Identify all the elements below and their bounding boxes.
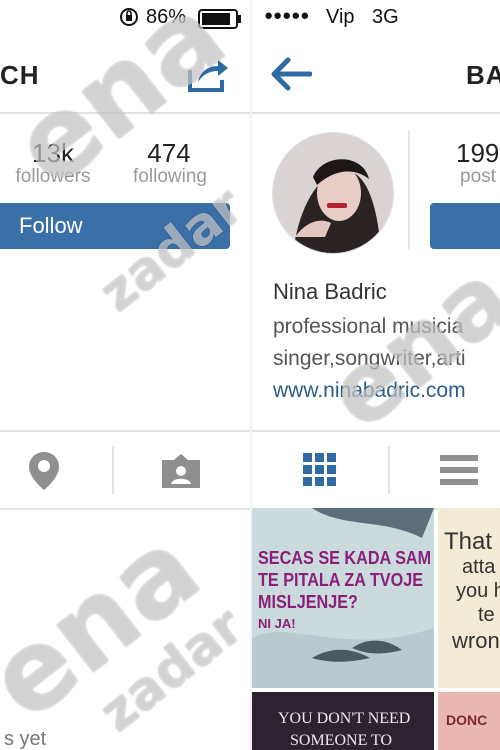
battery-icon [198, 9, 242, 35]
post-text-line: wron [452, 628, 500, 653]
post-text-line: te [478, 604, 495, 626]
post-text-line: YOU DON'T NEED [278, 710, 411, 727]
posts-label: post [460, 166, 496, 187]
navbar-right: BA [252, 36, 500, 114]
share-icon[interactable] [186, 54, 230, 99]
post-text-line: you h [456, 580, 500, 602]
post-text-line: TE PITALA ZA TVOJE [258, 570, 424, 590]
list-view-tab-icon[interactable] [440, 454, 478, 491]
nav-title: CH [0, 60, 40, 90]
followers-count: 13k [32, 138, 74, 168]
grid-view-tab-icon[interactable] [302, 452, 338, 493]
follow-button-label: Follow [19, 213, 83, 238]
nav-title: BA [466, 60, 500, 90]
post-thumbnail[interactable]: DONC [438, 692, 500, 750]
follow-button[interactable]: Follow [0, 203, 230, 249]
post-text-line: SECAS SE KADA SAM [258, 548, 432, 568]
post-text-line: atta [462, 556, 496, 578]
bio-line-1: professional musicia [273, 315, 464, 338]
post-text-line: DONC [446, 712, 488, 728]
follow-button-right[interactable] [430, 203, 500, 249]
battery-percent: 86% [146, 6, 187, 28]
post-thumbnail[interactable]: YOU DON'T NEED SOMEONE TO [252, 692, 434, 750]
posts-count: 199 [456, 138, 500, 168]
post-thumbnail[interactable]: That atta you h te wron [438, 508, 500, 688]
followers-label: followers [15, 166, 91, 187]
profile-tabbar-left [0, 430, 250, 510]
profile-name: Nina Badric [273, 279, 387, 304]
back-arrow-icon[interactable] [270, 56, 313, 97]
tab-divider [112, 446, 114, 494]
status-bar-right: ●●●●● Vip 3G [252, 0, 500, 36]
location-tab-icon[interactable] [26, 450, 62, 497]
post-text-line: MISLJENJE? [258, 592, 358, 612]
status-bar-left: 86% [0, 0, 250, 36]
signal-dots: ●●●●● [264, 7, 310, 24]
post-text-line: SOMEONE TO [290, 732, 393, 749]
tagged-photos-tab-icon[interactable] [160, 452, 202, 495]
network-type: 3G [372, 6, 399, 28]
navbar-left: CH [0, 36, 250, 114]
following-count: 474 [147, 138, 191, 168]
stats-separator [408, 130, 410, 250]
right-profile-screen: ●●●●● Vip 3G BA 199 post Nina Badric pro… [252, 0, 500, 750]
post-thumbnail[interactable]: SECAS SE KADA SAM TE PITALA ZA TVOJE MIS… [252, 508, 434, 688]
post-text-line: NI JA! [258, 616, 296, 631]
profile-tabbar-right [252, 430, 500, 510]
carrier-name: Vip [326, 6, 355, 28]
left-profile-screen: 86% CH 13k followers 474 following Follo… [0, 0, 250, 750]
orientation-lock-icon [118, 6, 140, 34]
website-link[interactable]: www.ninabadric.com [273, 379, 466, 403]
post-text-line: That [444, 528, 493, 555]
bio-line-2: singer,songwriter,arti [273, 347, 466, 370]
no-posts-text: s yet [4, 728, 47, 750]
tab-divider [388, 446, 390, 494]
following-label: following [133, 166, 207, 187]
avatar[interactable] [272, 132, 394, 254]
